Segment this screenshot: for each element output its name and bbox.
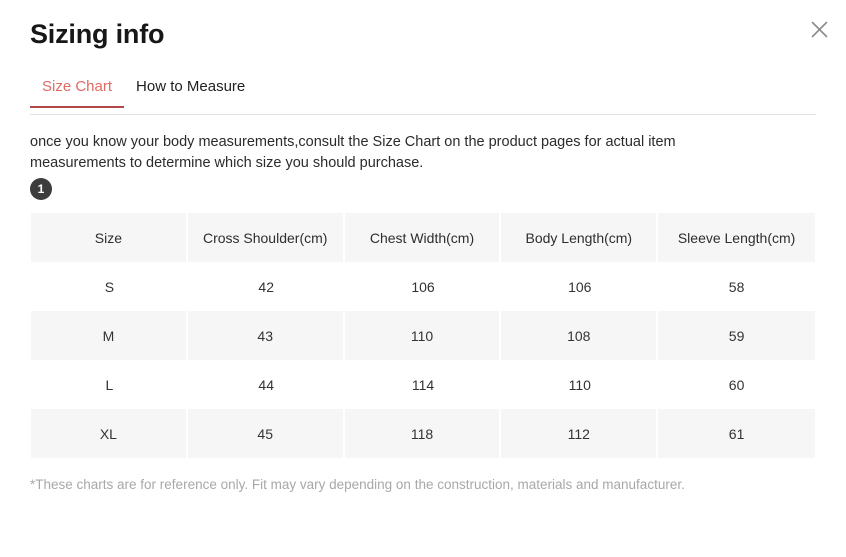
column-header-size: Size [31, 213, 188, 262]
close-icon-glyph [811, 21, 827, 37]
cell-body-length: 108 [501, 311, 659, 360]
cell-body-length: 112 [501, 409, 659, 458]
cell-size: L [31, 360, 188, 409]
column-header-cross-shoulder: Cross Shoulder(cm) [187, 213, 345, 262]
cell-sleeve-length: 61 [658, 409, 815, 458]
tab-size-chart[interactable]: Size Chart [30, 78, 125, 108]
table-row: XL 45 118 112 61 [31, 409, 815, 458]
footnote-text: *These charts are for reference only. Fi… [30, 477, 685, 492]
cell-chest-width: 110 [344, 311, 502, 360]
table-header-row: Size Cross Shoulder(cm) Chest Width(cm) … [31, 213, 815, 262]
tab-bar: Size Chart How to Measure [30, 78, 816, 115]
cell-chest-width: 114 [344, 360, 502, 409]
cell-sleeve-length: 60 [658, 360, 815, 409]
size-chart-table: Size Cross Shoulder(cm) Chest Width(cm) … [31, 213, 815, 458]
cell-body-length: 110 [501, 360, 659, 409]
sizing-info-modal: Sizing info Size Chart How to Measure on… [0, 0, 846, 557]
cell-size: S [31, 262, 188, 311]
table-row: L 44 114 110 60 [31, 360, 815, 409]
cell-cross-shoulder: 44 [187, 360, 345, 409]
cell-size: XL [31, 409, 188, 458]
cell-cross-shoulder: 43 [187, 311, 345, 360]
column-header-sleeve-length: Sleeve Length(cm) [658, 213, 815, 262]
page-title: Sizing info [30, 19, 165, 49]
table-header: Size Cross Shoulder(cm) Chest Width(cm) … [31, 213, 815, 262]
cell-sleeve-length: 58 [658, 262, 815, 311]
cell-cross-shoulder: 42 [187, 262, 345, 311]
tab-how-to-measure[interactable]: How to Measure [124, 78, 257, 107]
table-body: S 42 106 106 58 M 43 110 108 59 L 44 114… [31, 262, 815, 458]
column-header-body-length: Body Length(cm) [501, 213, 659, 262]
cell-chest-width: 118 [344, 409, 502, 458]
cell-size: M [31, 311, 188, 360]
table-row: S 42 106 106 58 [31, 262, 815, 311]
cell-body-length: 106 [501, 262, 659, 311]
cell-sleeve-length: 59 [658, 311, 815, 360]
table-row: M 43 110 108 59 [31, 311, 815, 360]
step-badge: 1 [30, 178, 52, 200]
close-icon[interactable] [804, 14, 834, 44]
description-text: once you know your body measurements,con… [30, 134, 676, 172]
cell-cross-shoulder: 45 [187, 409, 345, 458]
cell-chest-width: 106 [344, 262, 502, 311]
column-header-chest-width: Chest Width(cm) [344, 213, 502, 262]
